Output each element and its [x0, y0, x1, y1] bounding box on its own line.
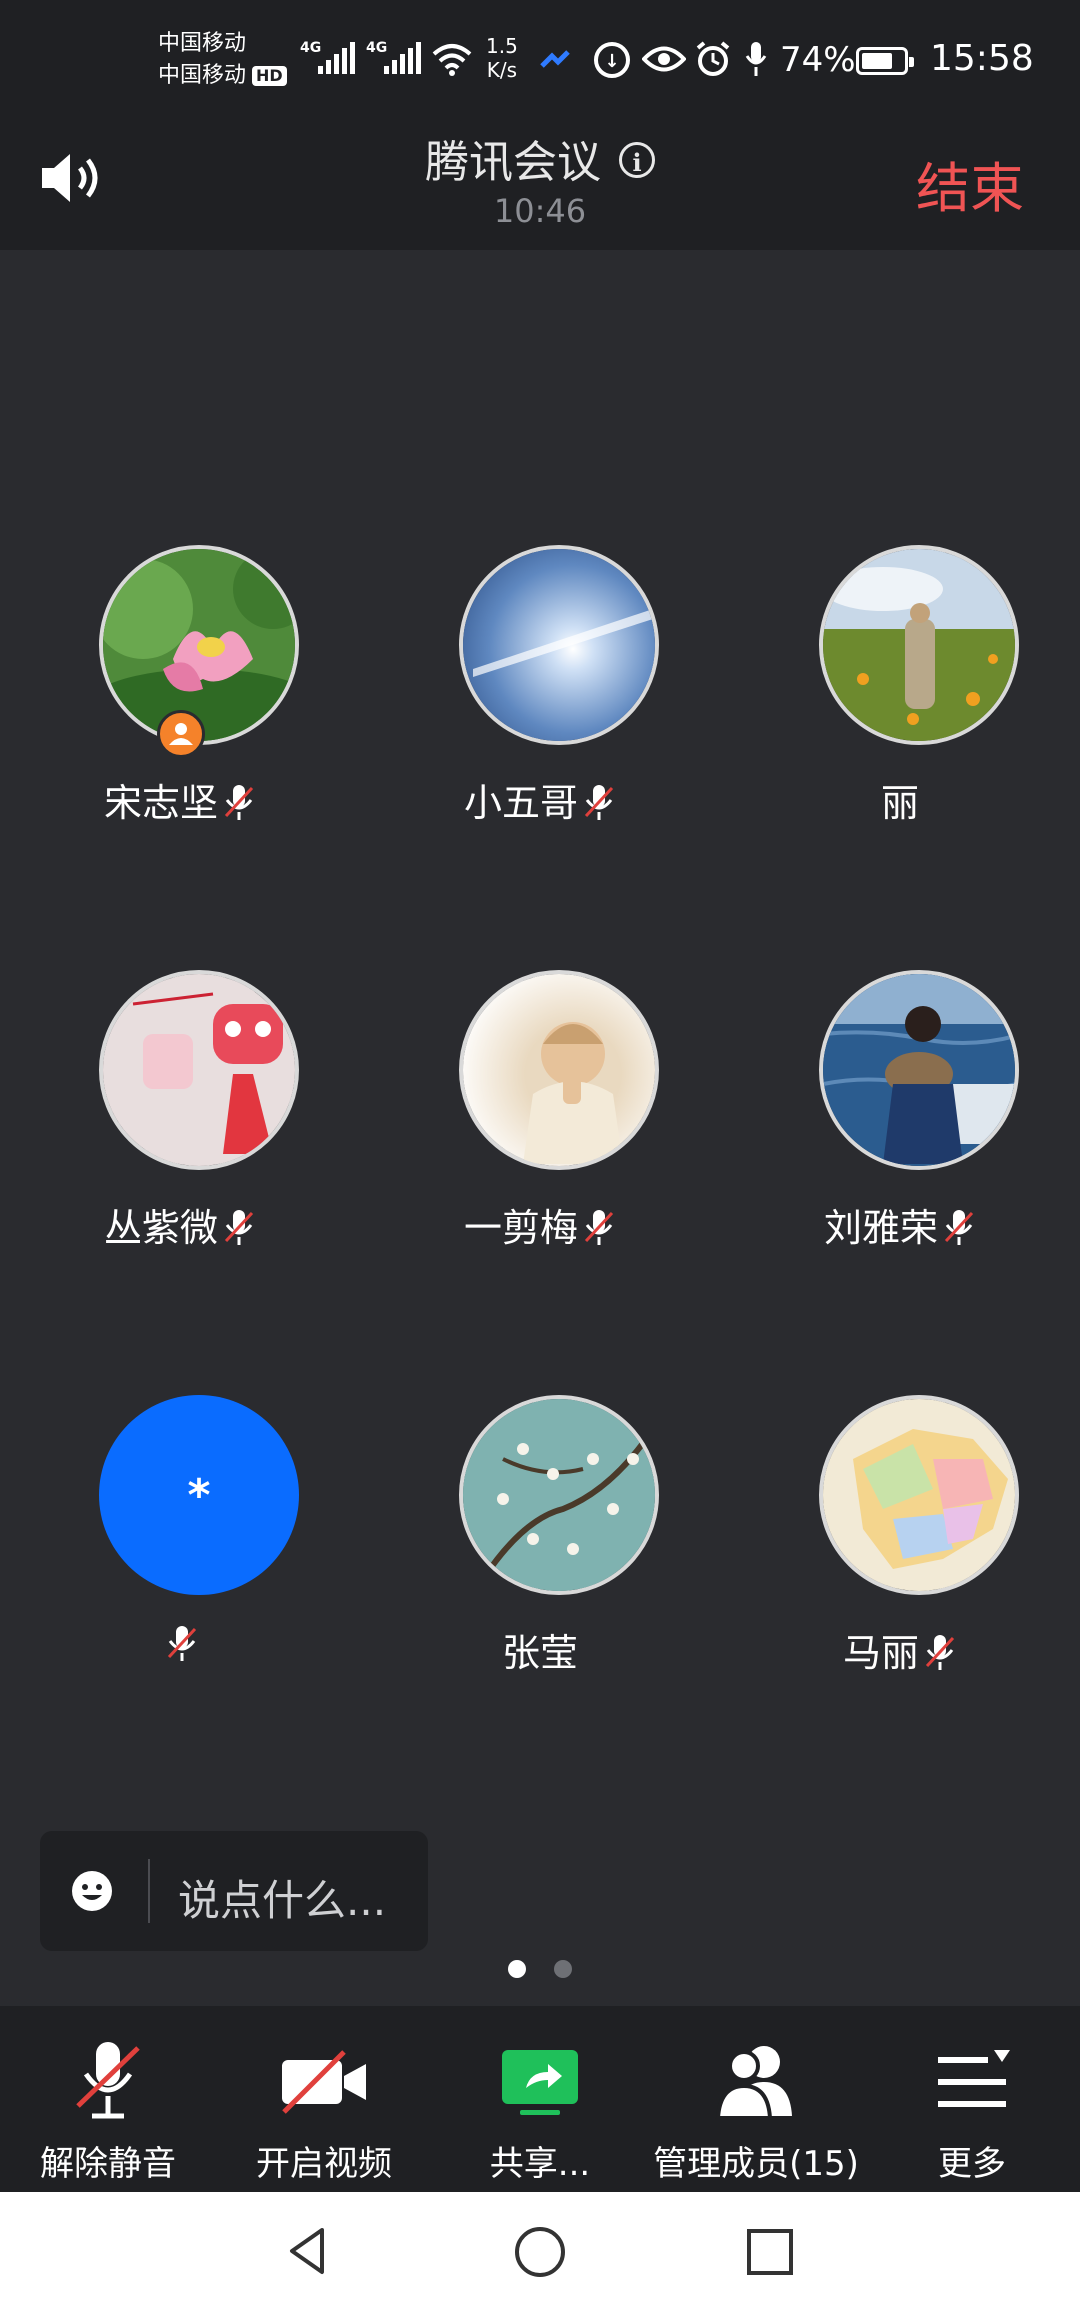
system-nav-bar — [0, 2192, 1080, 2310]
mic-muted-icon — [222, 1207, 256, 1256]
data-saver-icon: ↓ — [594, 42, 630, 78]
participant-tile[interactable]: * — [0, 1390, 360, 1690]
participant-name: 刘雅荣 — [720, 1197, 1080, 1256]
page-dot-1[interactable] — [508, 1960, 526, 1978]
video-off-icon — [282, 2050, 366, 2114]
carrier-info: 中国移动 中国移动 HD — [158, 28, 287, 92]
unmute-label: 解除静音 — [40, 2144, 176, 2184]
avatar — [459, 1395, 659, 1595]
avatar — [459, 545, 659, 745]
share-screen-icon — [502, 2050, 578, 2115]
unmute-button[interactable]: 解除静音 — [0, 2036, 216, 2185]
participant-name: 马丽 — [720, 1622, 1080, 1681]
avatar — [819, 1395, 1019, 1595]
participant-name — [0, 1622, 360, 1672]
members-label: 管理成员(15) — [653, 2144, 859, 2184]
participant-name: 丽 — [880, 781, 919, 825]
mic-muted-icon — [942, 1207, 976, 1256]
participant-tile[interactable]: 马丽 — [720, 1390, 1080, 1690]
participant-name: 丛紫微 — [0, 1197, 360, 1256]
emoji-icon[interactable] — [70, 1869, 114, 1913]
status-time: 15:58 — [930, 38, 1034, 79]
more-menu-icon — [938, 2050, 1010, 2107]
meeting-screen: 中国移动 中国移动 HD 4G 4G 1.5 K/s ↓ 74% 15:58 腾… — [0, 0, 1080, 2310]
manage-members-button[interactable]: 管理成员(15) — [648, 2036, 864, 2185]
mic-muted-icon — [222, 782, 256, 831]
mic-muted-icon — [582, 1207, 616, 1256]
avatar: * — [99, 1395, 299, 1595]
chat-placeholder: 说点什么... — [178, 1876, 387, 1925]
members-icon — [715, 2046, 792, 2120]
avatar — [459, 970, 659, 1170]
participant-name: 一剪梅 — [360, 1197, 720, 1256]
video-label: 开启视频 — [256, 2144, 392, 2184]
alarm-icon — [696, 41, 730, 76]
participant-tile[interactable]: 宋志坚 — [0, 540, 360, 840]
host-badge-icon — [157, 710, 205, 758]
meeting-header: 腾讯会议 i 10:46 结束 — [0, 118, 1080, 250]
battery-icon — [856, 47, 914, 75]
page-dot-2[interactable] — [554, 1960, 572, 1978]
info-icon[interactable]: i — [619, 142, 655, 178]
mic-off-icon — [76, 2042, 140, 2119]
wifi-icon — [432, 44, 472, 76]
participant-tile[interactable]: 刘雅荣 — [720, 965, 1080, 1265]
share-screen-button[interactable]: 共享... — [432, 2036, 648, 2185]
page-indicator — [0, 1960, 1080, 1982]
carrier-1: 中国移动 — [158, 31, 247, 56]
participant-tile[interactable]: 丛紫微 — [0, 965, 360, 1265]
app-notification-icon — [540, 50, 570, 68]
mic-muted-icon — [923, 1632, 957, 1681]
participant-tile[interactable]: 张莹 — [360, 1390, 720, 1690]
meeting-toolbar: 解除静音 开启视频 共享... 管理成员(15) 更多 — [0, 2006, 1080, 2192]
recents-icon[interactable] — [744, 2226, 796, 2278]
avatar-initial: * — [187, 1469, 211, 1521]
network-speed: 1.5 K/s — [486, 34, 518, 82]
mic-muted-icon — [165, 1623, 199, 1672]
participant-tile[interactable]: 小五哥 — [360, 540, 720, 840]
back-icon[interactable] — [282, 2224, 336, 2278]
avatar — [819, 545, 1019, 745]
end-meeting-button[interactable]: 结束 — [916, 144, 1024, 223]
start-video-button[interactable]: 开启视频 — [216, 2036, 432, 2185]
status-bar: 中国移动 中国移动 HD 4G 4G 1.5 K/s ↓ 74% 15:58 — [0, 0, 1080, 118]
participant-name: 宋志坚 — [0, 772, 360, 831]
more-button[interactable]: 更多 — [864, 2036, 1080, 2185]
share-label: 共享... — [489, 2144, 591, 2184]
carrier-2: 中国移动 — [158, 63, 247, 88]
microphone-status-icon — [745, 42, 767, 76]
avatar — [819, 970, 1019, 1170]
participant-name: 小五哥 — [360, 772, 720, 831]
mic-muted-icon — [582, 782, 616, 831]
hd-badge: HD — [252, 66, 287, 86]
home-icon[interactable] — [512, 2224, 568, 2280]
divider — [148, 1859, 150, 1923]
eye-icon — [642, 46, 686, 72]
chat-input[interactable]: 说点什么... — [40, 1831, 428, 1951]
more-label: 更多 — [938, 2144, 1006, 2184]
participant-name: 张莹 — [501, 1631, 578, 1675]
participant-tile[interactable]: 丽 — [720, 540, 1080, 840]
participant-tile[interactable]: 一剪梅 — [360, 965, 720, 1265]
avatar — [99, 970, 299, 1170]
battery-percentage: 74% — [780, 40, 856, 80]
svg-text:↓: ↓ — [604, 51, 619, 72]
